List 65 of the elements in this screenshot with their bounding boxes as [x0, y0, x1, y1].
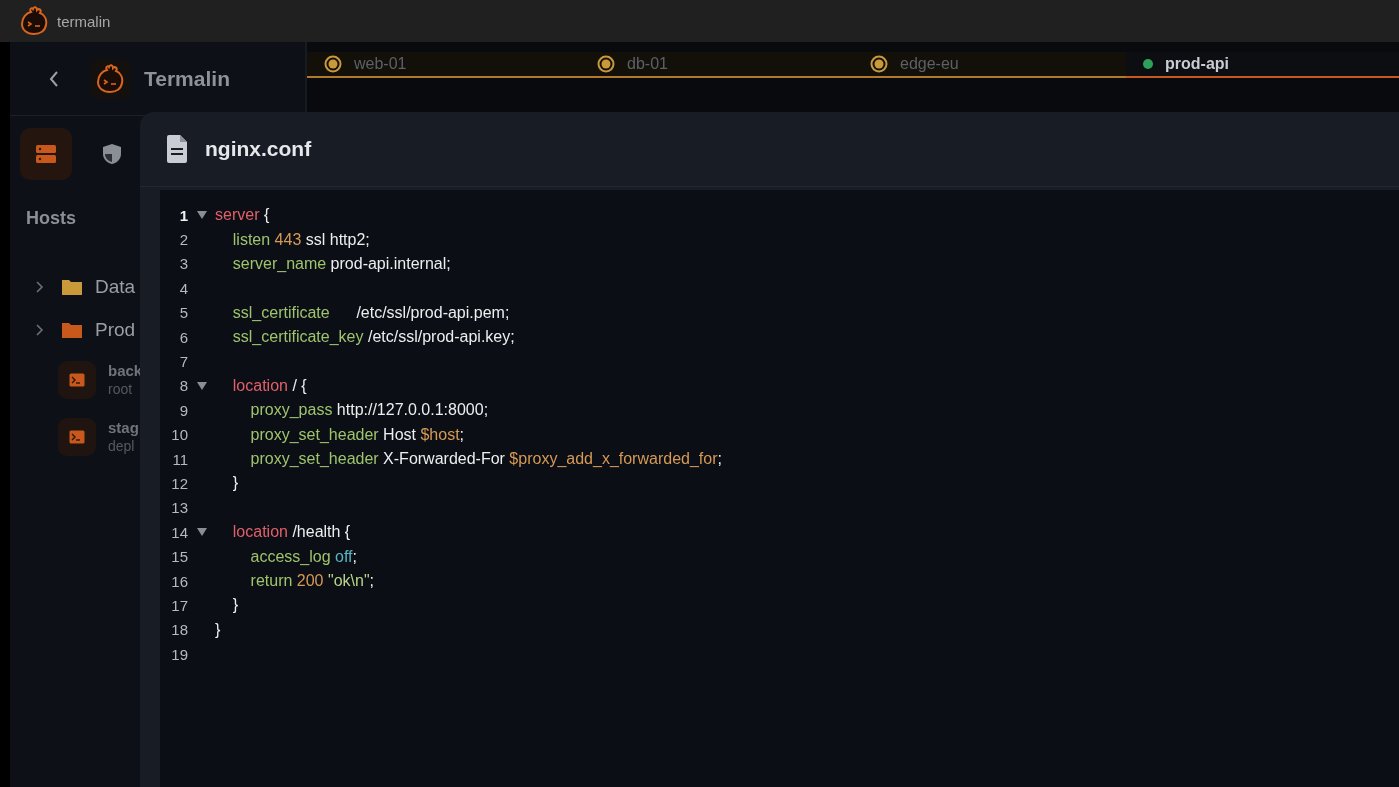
servers-tab[interactable] — [20, 128, 72, 180]
line-number: 17 — [170, 596, 188, 614]
code-line: proxy_set_header X-Forwarded-For $proxy_add_x_forwarded_for; — [249, 450, 722, 469]
file-icon — [166, 135, 188, 163]
line-number: 12 — [170, 475, 188, 492]
host-user: depl — [108, 436, 136, 455]
status-ring-icon — [324, 55, 342, 73]
line-number: 15 — [170, 548, 188, 566]
line-number: 3 — [178, 255, 188, 273]
code-line: location / { — [231, 376, 307, 395]
code-line: listen 443 ssl http2; — [231, 230, 370, 249]
code-line: ssl_certificate /etc/ssl/prod-api.pem; — [231, 303, 510, 322]
code-line: } — [215, 620, 221, 639]
code-line: location /health { — [231, 523, 351, 542]
line-number: 7 — [178, 353, 188, 371]
code-line: proxy_pass http://127.0.0.1:8000; — [249, 401, 489, 420]
fold-icon[interactable] — [196, 210, 207, 221]
terminal-tab[interactable]: db-01 — [580, 52, 853, 78]
line-number: 13 — [170, 499, 188, 517]
line-number: 1 — [178, 206, 188, 224]
app-name: Termalin — [144, 66, 230, 91]
code-line: return 200 "ok\n"; — [249, 572, 374, 591]
terminal-icon — [69, 372, 85, 387]
app-logo-icon — [95, 63, 125, 94]
back-icon[interactable] — [48, 69, 60, 88]
section-title: Hosts — [26, 208, 76, 229]
line-number: 4 — [178, 279, 188, 297]
line-number: 18 — [170, 621, 188, 639]
line-number: 10 — [170, 426, 188, 444]
terminal-icon — [69, 429, 85, 444]
status-dot-icon — [1143, 59, 1153, 69]
line-number: 2 — [178, 231, 188, 249]
line-number: 16 — [170, 572, 188, 590]
app-logo-icon — [19, 6, 49, 36]
server-icon — [34, 142, 58, 166]
host-user: root — [108, 379, 134, 398]
folder-name[interactable]: Data — [95, 275, 136, 298]
code-line: access_log off; — [249, 547, 357, 566]
code-line: } — [231, 596, 239, 615]
shield-icon — [100, 142, 124, 166]
line-number: 19 — [170, 645, 188, 663]
line-number: 8 — [178, 377, 188, 395]
code-line: } — [231, 474, 239, 493]
window-title: termalin — [57, 12, 111, 30]
folder-name[interactable]: Prod — [95, 318, 136, 341]
line-number: 6 — [178, 328, 188, 346]
line-number: 5 — [178, 304, 188, 322]
fold-icon[interactable] — [196, 380, 207, 391]
line-number: 9 — [178, 401, 188, 419]
terminal-tab[interactable]: web-01 — [307, 52, 580, 78]
status-ring-icon — [597, 55, 615, 73]
code-line: ssl_certificate_key /etc/ssl/prod-api.key; — [231, 328, 515, 347]
fold-icon[interactable] — [196, 527, 207, 538]
expand-icon[interactable] — [35, 279, 45, 294]
terminal-tab[interactable]: edge-eu — [853, 52, 1126, 78]
code-line: server { — [215, 206, 270, 225]
expand-icon[interactable] — [35, 322, 45, 337]
host-name[interactable]: back — [108, 361, 143, 380]
status-ring-icon — [870, 55, 888, 73]
file-name: nginx.conf — [205, 137, 312, 161]
line-number: 11 — [171, 450, 188, 468]
code-line: proxy_set_header Host $host; — [249, 425, 465, 444]
code-line: server_name prod-api.internal; — [231, 254, 451, 273]
line-number: 14 — [170, 523, 188, 541]
host-name[interactable]: stag — [108, 418, 139, 437]
